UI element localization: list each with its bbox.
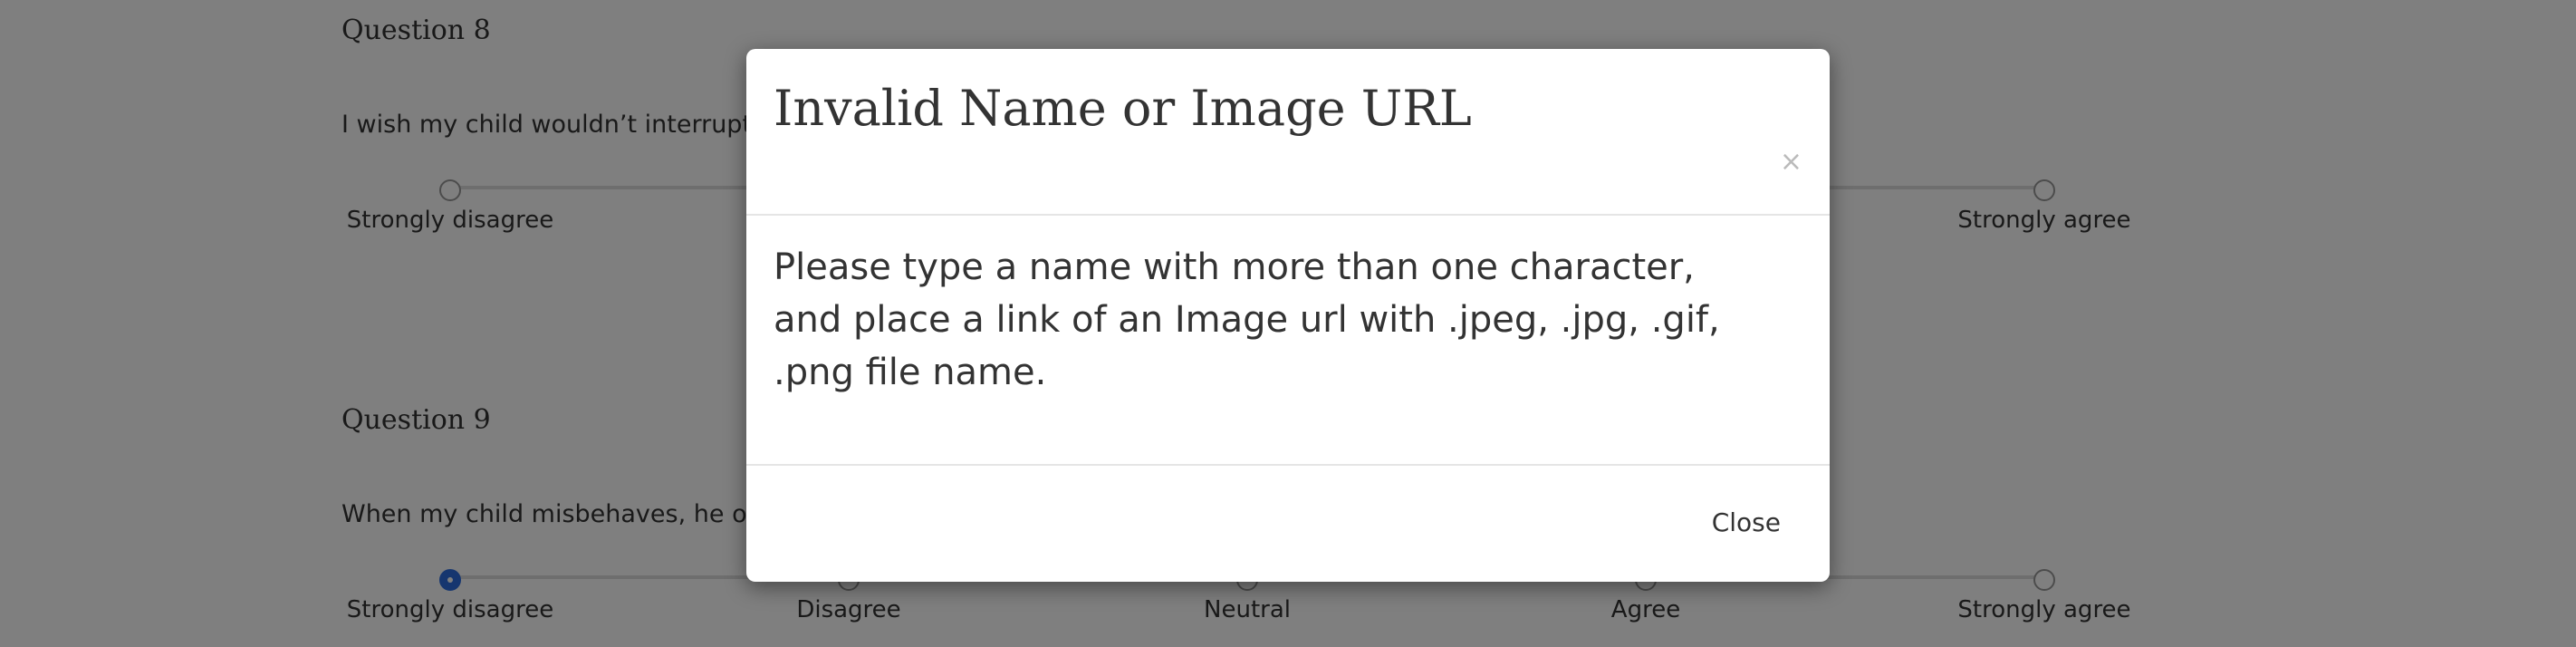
modal-title: Invalid Name or Image URL [774,80,1472,137]
close-icon[interactable]: × [1780,149,1802,176]
modal-body-text: Please type a name with more than one ch… [774,246,1720,393]
error-modal: Invalid Name or Image URL × Please type … [746,49,1830,582]
modal-header: Invalid Name or Image URL × [746,49,1830,216]
close-button[interactable]: Close [1699,500,1793,545]
survey-page: Question 8 I wish my child wouldn’t inte… [0,0,2576,647]
modal-footer: Close [746,464,1830,582]
